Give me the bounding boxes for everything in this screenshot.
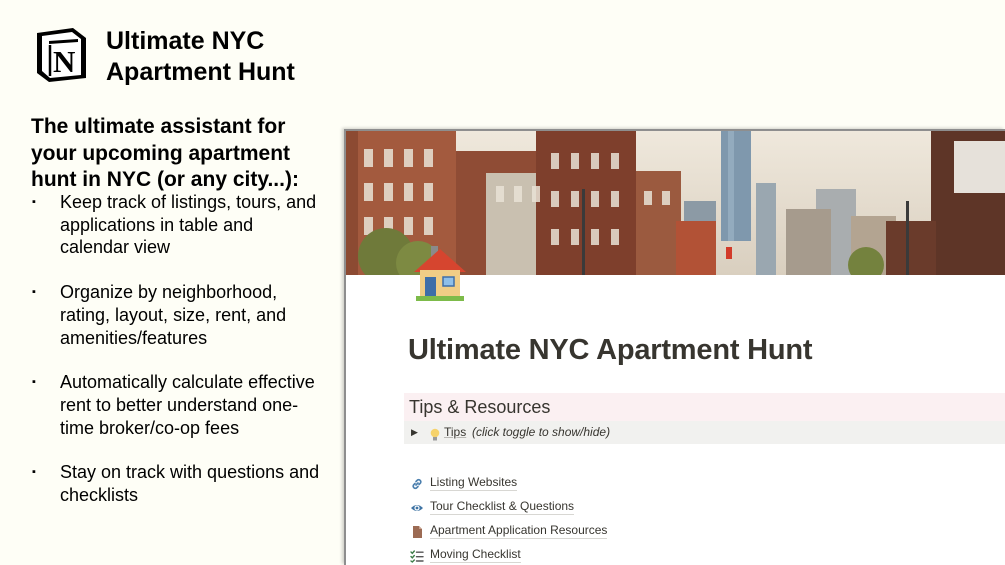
link-moving-checklist[interactable]: Moving Checklist	[410, 542, 607, 565]
house-icon	[411, 245, 469, 303]
bullet-icon: ▪	[32, 286, 36, 299]
link-label[interactable]: Moving Checklist	[430, 547, 521, 563]
triangle-right-icon[interactable]: ▶	[411, 421, 418, 444]
lightbulb-icon	[430, 426, 440, 441]
feature-item: ▪ Organize by neighborhood, rating, layo…	[31, 281, 321, 349]
feature-item: ▪ Keep track of listings, tours, and app…	[31, 191, 321, 259]
bullet-icon: ▪	[32, 466, 36, 479]
toggle-hint: (click toggle to show/hide)	[472, 425, 611, 439]
notion-logo-icon: N	[31, 25, 91, 85]
link-tour-checklist[interactable]: Tour Checklist & Questions	[410, 494, 607, 518]
feature-item: ▪ Stay on track with questions and check…	[31, 461, 321, 506]
feature-text: Stay on track with questions and checkli…	[60, 462, 320, 506]
link-listing-websites[interactable]: Listing Websites	[410, 470, 607, 494]
feature-item: ▪ Automatically calculate effective rent…	[31, 371, 321, 439]
toggle-label[interactable]: Tips	[444, 421, 466, 444]
link-label[interactable]: Listing Websites	[430, 475, 518, 491]
link-label[interactable]: Apartment Application Resources	[430, 523, 608, 539]
document-icon	[410, 523, 424, 538]
link-application-resources[interactable]: Apartment Application Resources	[410, 518, 608, 542]
notion-page-screenshot: Ultimate NYC Apartment Hunt Tips & Resou…	[344, 129, 1005, 565]
bullet-icon: ▪	[32, 376, 36, 389]
link-label[interactable]: Tour Checklist & Questions	[430, 499, 575, 515]
brand-title: Ultimate NYC Apartment Hunt	[106, 26, 295, 88]
feature-text: Keep track of listings, tours, and appli…	[60, 192, 317, 258]
svg-text:N: N	[53, 44, 75, 79]
bullet-icon: ▪	[32, 196, 36, 208]
resource-links: Listing Websites Tour Checklist & Questi…	[410, 470, 608, 565]
section-heading: Tips & Resources	[404, 393, 1005, 421]
feature-text: Organize by neighborhood, rating, layout…	[60, 282, 287, 348]
brand-title-line2: Apartment Hunt	[106, 58, 295, 86]
feature-text: Automatically calculate effective rent t…	[60, 372, 315, 438]
brand-title-line1: Ultimate NYC	[106, 27, 265, 55]
link-icon	[410, 475, 424, 490]
tips-toggle[interactable]: ▶ Tips (click toggle to show/hide)	[404, 421, 1005, 444]
checklist-icon	[410, 547, 424, 563]
page-title: Ultimate NYC Apartment Hunt	[408, 334, 813, 366]
intro-text: The ultimate assistant for your upcoming…	[31, 115, 299, 191]
eye-icon	[410, 499, 424, 513]
feature-list: ▪ Keep track of listings, tours, and app…	[31, 191, 321, 507]
